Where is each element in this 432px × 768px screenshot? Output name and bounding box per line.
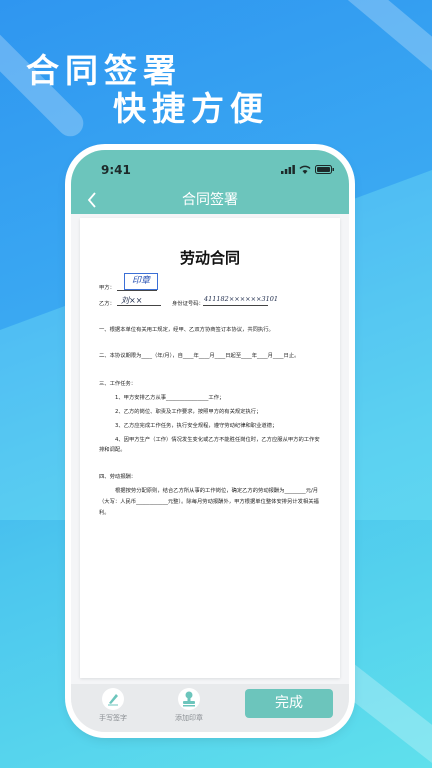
id-underline [203, 305, 268, 306]
handwrite-sign-button[interactable]: 手写签字 [93, 688, 133, 728]
add-stamp-button[interactable]: 添加印章 [169, 688, 209, 728]
status-bar: 9:41 [71, 150, 349, 186]
party-a-stamp[interactable]: 印章 [124, 273, 158, 290]
bottom-toolbar: 手写签字 添加印章 完成 [71, 684, 349, 732]
done-button[interactable]: 完成 [245, 689, 333, 718]
party-b-underline [117, 305, 161, 306]
clause-3-item-2: 2、乙方的岗位、职责及工作要求，按照甲方的有关规定执行； [115, 409, 262, 415]
section-3-heading: 三、工作任务： [99, 381, 137, 387]
contract-document[interactable]: 劳动合同 甲方： 印章 乙方： 刘×× 身份证号码： 411182××××××3… [80, 218, 340, 678]
stamp-icon [178, 688, 200, 710]
clause-4-paragraph: 根据按劳分配原则，结合乙方所从事的工作岗位，确定乙方的劳动报酬为________… [99, 488, 319, 516]
section-4-heading: 四、劳动报酬： [99, 474, 137, 480]
clause-1: 一、根据本单位有关用工规定，经甲、乙双方协商签订本协议，共同执行。 [99, 327, 274, 333]
party-a-underline [117, 290, 157, 291]
pen-icon [102, 688, 124, 710]
handwrite-sign-label: 手写签字 [99, 714, 127, 722]
party-a-label: 甲方： [99, 285, 115, 291]
clause-3-item-1: 1、甲方安排乙方从事________________工作； [115, 395, 225, 401]
back-button[interactable] [81, 188, 103, 212]
document-title: 劳动合同 [179, 249, 240, 267]
clause-2: 二、本协议期限为____（年/月），自____年____月____日起至____… [99, 353, 300, 359]
chevron-left-icon [87, 192, 96, 208]
id-signature[interactable]: 411182××××××3101 [204, 295, 278, 303]
clause-3-item-3: 3、乙方应完成工作任务，执行安全规程，遵守劳动纪律和职业道德； [115, 423, 278, 429]
add-stamp-label: 添加印章 [175, 714, 203, 722]
wifi-icon [299, 165, 311, 174]
party-b-label: 乙方： [99, 301, 115, 307]
banner-line-2: 快捷方便 [113, 89, 269, 128]
id-label: 身份证号码： [172, 301, 204, 307]
status-time: 9:41 [101, 163, 131, 177]
signal-icon [281, 164, 295, 174]
clause-3-item-4: 4、因甲方生产（工作）情况发生变化或乙方不能胜任岗位时，乙方应服从甲方的工作安排… [99, 437, 320, 453]
nav-bar: 合同签署 [71, 186, 349, 214]
battery-icon [315, 164, 334, 174]
status-icons [281, 164, 335, 174]
phone-frame: 9:41 合同签署 劳动合同 甲方： 印章 乙方： 刘×× 身份证号码： 411… [71, 150, 349, 732]
page-title: 合同签署 [182, 192, 238, 208]
